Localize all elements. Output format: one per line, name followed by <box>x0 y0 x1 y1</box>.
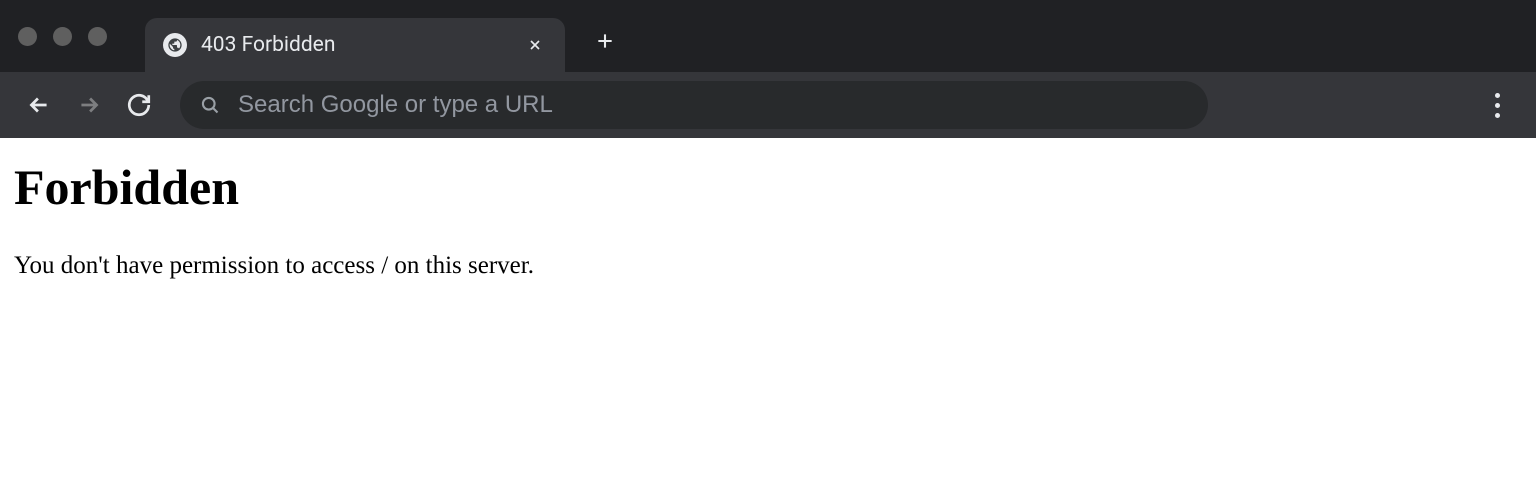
new-tab-button[interactable] <box>587 23 623 59</box>
browser-menu-button[interactable] <box>1476 84 1518 126</box>
more-vertical-icon <box>1495 93 1500 118</box>
window-controls <box>18 27 107 46</box>
reload-button[interactable] <box>118 84 160 126</box>
error-heading: Forbidden <box>14 158 1522 216</box>
forward-button[interactable] <box>68 84 110 126</box>
tab-title: 403 Forbidden <box>201 33 523 57</box>
tab-bar: 403 Forbidden <box>0 0 1536 72</box>
tab-close-button[interactable] <box>523 33 547 57</box>
window-maximize-button[interactable] <box>88 27 107 46</box>
browser-tab[interactable]: 403 Forbidden <box>145 18 565 72</box>
window-minimize-button[interactable] <box>53 27 72 46</box>
browser-chrome: 403 Forbidden <box>0 0 1536 138</box>
url-input[interactable] <box>238 91 1188 119</box>
search-icon <box>200 95 220 115</box>
window-close-button[interactable] <box>18 27 37 46</box>
page-content: Forbidden You don't have permission to a… <box>0 138 1536 300</box>
back-button[interactable] <box>18 84 60 126</box>
address-bar[interactable] <box>180 81 1208 129</box>
error-message: You don't have permission to access / on… <box>14 252 1522 280</box>
browser-toolbar <box>0 72 1536 138</box>
globe-icon <box>163 33 187 57</box>
